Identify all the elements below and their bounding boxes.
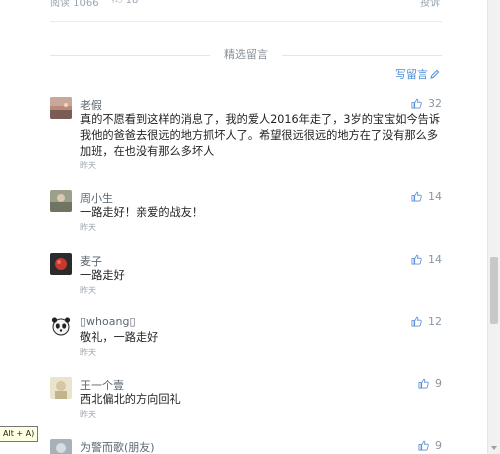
comment-time: 昨天 — [80, 410, 96, 419]
comment-like-button[interactable]: 9 — [418, 439, 442, 452]
vertical-scrollbar[interactable] — [487, 0, 500, 454]
comment-like-button[interactable]: 9 — [418, 377, 442, 390]
comment-like-button[interactable]: 14 — [411, 190, 442, 203]
comment-time: 昨天 — [80, 223, 96, 232]
scroll-down-icon[interactable] — [491, 446, 497, 450]
commenter-name[interactable]: 老假 — [80, 97, 102, 113]
thumbs-up-icon — [418, 378, 429, 389]
commenter-name[interactable]: ▯whoang▯ — [80, 315, 136, 328]
thumbs-up-icon — [411, 316, 422, 327]
report-link[interactable]: 投诉 — [420, 0, 440, 9]
like-count: 12 — [428, 315, 442, 328]
comment-time: 昨天 — [80, 161, 96, 170]
like-count: 9 — [435, 377, 442, 390]
write-comment-link[interactable]: 写留言 — [395, 66, 440, 82]
comment-time: 昨天 — [80, 348, 96, 357]
thumbs-up-icon — [411, 254, 422, 265]
comment-text: 一路走好！亲爱的战友！ — [80, 206, 204, 219]
avatar[interactable] — [50, 439, 72, 454]
thumbs-up-icon — [418, 440, 429, 451]
article-stats: 阅读 1066 👍︎ 18 投诉 — [50, 0, 440, 9]
scrollbar-thumb[interactable] — [490, 257, 498, 324]
thumbs-up-icon — [411, 191, 422, 202]
commenter-name[interactable]: 王一个壹 — [80, 377, 124, 393]
avatar[interactable] — [50, 97, 72, 119]
like-count: 32 — [428, 97, 442, 110]
comment-like-button[interactable]: 32 — [411, 97, 442, 110]
commenter-name[interactable]: 麦子 — [80, 253, 102, 269]
pencil-icon — [430, 69, 440, 79]
avatar[interactable] — [50, 190, 72, 212]
article-comments-page: 阅读 1066 👍︎ 18 投诉 精选留言 写留言 老假 32 真的不愿看到这样… — [0, 0, 488, 454]
comment-text: 真的不愿看到这样的消息了，我的爱人2016年走了，3岁的宝宝如今告诉我他的爸爸去… — [80, 113, 441, 158]
avatar[interactable] — [50, 253, 72, 275]
comment-like-button[interactable]: 12 — [411, 315, 442, 328]
avatar[interactable] — [50, 315, 72, 337]
write-comment-label: 写留言 — [395, 68, 428, 81]
like-count: 14 — [428, 190, 442, 203]
thumbs-up-icon — [411, 98, 422, 109]
section-title: 精选留言 — [224, 48, 268, 61]
article-like[interactable]: 👍︎ 18 — [112, 0, 138, 6]
comment-like-button[interactable]: 14 — [411, 253, 442, 266]
commenter-name[interactable]: 周小生 — [80, 190, 113, 206]
thumbs-up-icon: 👍︎ — [112, 0, 123, 6]
article-like-count: 18 — [125, 0, 139, 6]
commenter-name[interactable]: 为警而歌(朋友) — [80, 439, 155, 454]
comment-text: 一路走好 — [80, 269, 125, 282]
read-count: 阅读 1066 — [50, 0, 99, 9]
comment-text: 敬礼，一路走好 — [80, 331, 159, 344]
comment-time: 昨天 — [80, 286, 96, 295]
like-count: 14 — [428, 253, 442, 266]
avatar[interactable] — [50, 377, 72, 399]
section-header: 精选留言 — [50, 47, 442, 63]
shortcut-tooltip: Alt + A) — [0, 426, 39, 442]
like-count: 9 — [435, 439, 442, 452]
divider — [50, 21, 442, 22]
comment-text: 西北偏北的方向回礼 — [80, 393, 181, 406]
